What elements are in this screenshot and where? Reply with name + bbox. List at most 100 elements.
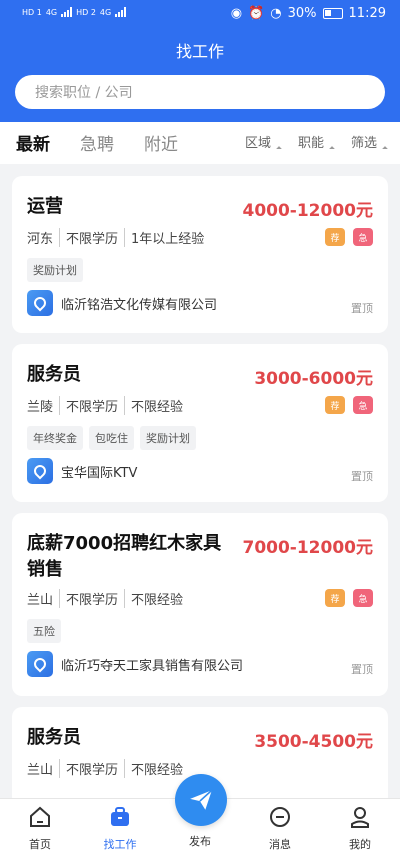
recommend-badge: 荐	[325, 228, 345, 246]
page-title: 找工作	[175, 42, 224, 61]
job-location: 河东	[27, 232, 54, 247]
paper-plane-icon	[190, 789, 213, 810]
recommend-badge: 荐	[325, 589, 345, 607]
company-row[interactable]: 临沂巧夺天工家具销售有限公司	[27, 651, 243, 677]
job-card[interactable]: 服务员 3000-6000元 兰陵 不限学历 不限经验 荐 急 年终奖金 包吃住…	[12, 344, 388, 502]
job-title: 服务员	[27, 727, 81, 748]
job-tag: 包吃住	[89, 426, 134, 450]
speed-icon: ◔	[270, 6, 282, 21]
nav-profile-label: 我的	[349, 838, 371, 851]
signal-icon	[61, 7, 73, 17]
company-logo-icon	[27, 458, 53, 484]
urgent-badge: 急	[353, 228, 373, 246]
clock: 11:29	[348, 6, 386, 21]
battery-icon	[322, 8, 343, 19]
pinned-label: 置顶	[351, 470, 373, 483]
company-logo-icon	[27, 290, 53, 316]
job-salary: 4000-12000元	[242, 201, 373, 221]
status-left: HD 1 4G HD 2 4G	[22, 7, 127, 17]
battery-percent: 30%	[287, 6, 317, 21]
filter-more[interactable]: 筛选	[351, 132, 388, 152]
nav-profile[interactable]: 我的	[330, 799, 390, 852]
message-icon	[270, 807, 290, 827]
job-experience: 不限经验	[124, 589, 189, 608]
header: HD 1 4G HD 2 4G ◉ ⏰ ◔ 30% 11:29 找工作 搜索职位…	[0, 0, 400, 122]
company-row[interactable]: 临沂铭浩文化传媒有限公司	[27, 290, 217, 316]
filter-bar: 最新 急聘 附近 区域 职能 筛选	[0, 122, 400, 164]
signal-icon	[115, 7, 127, 17]
urgent-badge: 急	[353, 396, 373, 414]
job-title: 底薪7000招聘红木家具	[27, 533, 222, 554]
job-card[interactable]: 运营 4000-12000元 河东 不限学历 1年以上经验 荐 急 奖励计划 临…	[12, 176, 388, 333]
pinned-label: 置顶	[351, 302, 373, 315]
tab-latest[interactable]: 最新	[16, 130, 50, 155]
sim1-label: HD 1	[22, 7, 42, 17]
job-title: 运营	[27, 196, 63, 217]
job-tag: 年终奖金	[27, 426, 83, 450]
company-name: 临沂巧夺天工家具销售有限公司	[61, 658, 244, 674]
filter-region-label: 区域	[245, 136, 272, 151]
pinned-label: 置顶	[351, 663, 373, 676]
filter-function-label: 职能	[298, 136, 325, 151]
job-tags: 五险	[27, 619, 61, 643]
company-row[interactable]: 宝华国际KTV	[27, 458, 137, 484]
job-salary: 7000-12000元	[242, 538, 373, 558]
job-salary: 3000-6000元	[254, 369, 373, 389]
job-education: 不限学历	[59, 759, 124, 778]
job-title: 服务员	[27, 364, 81, 385]
eye-icon: ◉	[230, 6, 243, 21]
alarm-icon: ⏰	[248, 6, 265, 21]
nav-messages[interactable]: 消息	[250, 799, 310, 852]
job-experience: 不限经验	[124, 396, 189, 415]
sig1-label: 4G	[45, 7, 58, 17]
status-right: ◉ ⏰ ◔ 30% 11:29	[231, 6, 386, 21]
job-requirements: 兰山 不限学历 不限经验	[27, 759, 189, 778]
job-tags: 奖励计划	[27, 258, 83, 282]
dropdown-icon	[382, 146, 388, 152]
dropdown-icon	[276, 146, 282, 152]
job-experience: 1年以上经验	[124, 228, 210, 247]
filter-more-label: 筛选	[351, 136, 378, 151]
job-location: 兰山	[27, 763, 54, 778]
filter-region[interactable]: 区域	[245, 132, 282, 152]
nav-publish-label-wrap[interactable]: 发布	[170, 833, 230, 849]
company-logo-icon	[27, 651, 53, 677]
job-tag: 奖励计划	[27, 258, 83, 282]
status-bar: HD 1 4G HD 2 4G ◉ ⏰ ◔ 30% 11:29	[0, 0, 400, 30]
job-requirements: 河东 不限学历 1年以上经验	[27, 228, 210, 247]
tab-urgent[interactable]: 急聘	[80, 130, 114, 155]
urgent-badge: 急	[353, 589, 373, 607]
job-requirements: 兰山 不限学历 不限经验	[27, 589, 189, 608]
nav-jobs-label: 找工作	[103, 838, 137, 851]
job-card[interactable]: 底薪7000招聘红木家具 销售 7000-12000元 兰山 不限学历 不限经验…	[12, 513, 388, 696]
search-input[interactable]: 搜索职位 / 公司	[15, 75, 385, 109]
sig2-label: 4G	[99, 7, 112, 17]
nav-jobs[interactable]: 找工作	[90, 799, 150, 852]
nav-home[interactable]: 首页	[10, 799, 70, 852]
user-icon	[351, 807, 369, 828]
briefcase-icon	[111, 807, 129, 826]
filter-function[interactable]: 职能	[298, 132, 335, 152]
job-location: 兰山	[27, 593, 54, 608]
home-icon	[30, 806, 50, 827]
company-name: 宝华国际KTV	[61, 465, 138, 481]
company-name: 临沂铭浩文化传媒有限公司	[61, 297, 218, 313]
job-tag: 五险	[27, 619, 61, 643]
nav-messages-label: 消息	[269, 838, 291, 851]
job-salary: 3500-4500元	[254, 732, 373, 752]
nav-home-label: 首页	[29, 838, 51, 851]
job-requirements: 兰陵 不限学历 不限经验	[27, 396, 189, 415]
job-education: 不限学历	[59, 228, 124, 247]
job-location: 兰陵	[27, 400, 54, 415]
job-education: 不限学历	[59, 589, 124, 608]
publish-button[interactable]	[175, 774, 227, 826]
tab-nearby[interactable]: 附近	[144, 130, 178, 155]
nav-publish-label: 发布	[189, 835, 211, 848]
sim2-label: HD 2	[76, 7, 96, 17]
recommend-badge: 荐	[325, 396, 345, 414]
job-tags: 年终奖金 包吃住 奖励计划	[27, 426, 196, 450]
job-education: 不限学历	[59, 396, 124, 415]
job-experience: 不限经验	[124, 759, 189, 778]
job-tag: 奖励计划	[140, 426, 196, 450]
job-title-line2: 销售	[27, 559, 63, 580]
